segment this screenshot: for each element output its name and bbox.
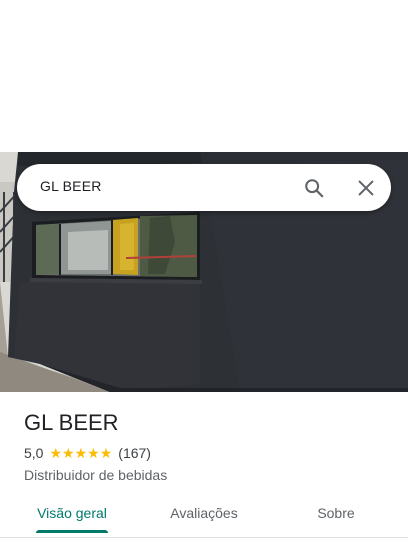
close-icon[interactable]: [355, 177, 377, 199]
place-tabs: Visão geral Avaliações Sobre: [0, 496, 408, 536]
active-tab-indicator: [36, 530, 108, 533]
search-bar[interactable]: GL BEER: [17, 164, 391, 211]
rating-value: 5,0: [24, 445, 44, 461]
tabs-divider: [0, 537, 408, 538]
place-category[interactable]: Distribuidor de bebidas: [24, 466, 394, 484]
map-blank-area: [0, 0, 408, 152]
place-info: GL BEER 5,0 ★ ★ ★ ★ ★ (167) Distribuidor…: [24, 410, 394, 484]
place-title: GL BEER: [24, 410, 119, 435]
tab-reviews[interactable]: Avaliações: [154, 496, 254, 534]
search-icon[interactable]: [303, 177, 325, 199]
tab-overview[interactable]: Visão geral: [24, 496, 120, 534]
star-icon: ★: [62, 445, 75, 461]
star-icon: ★: [49, 445, 63, 461]
star-icon: ★: [87, 445, 100, 461]
tab-about[interactable]: Sobre: [296, 496, 376, 534]
star-rating: ★ ★ ★ ★ ★: [49, 446, 112, 460]
search-input[interactable]: GL BEER: [40, 178, 102, 194]
rating-row[interactable]: 5,0 ★ ★ ★ ★ ★ (167): [24, 444, 394, 462]
star-icon: ★: [74, 445, 88, 461]
star-icon: ★: [99, 445, 113, 461]
review-count[interactable]: (167): [118, 445, 151, 461]
